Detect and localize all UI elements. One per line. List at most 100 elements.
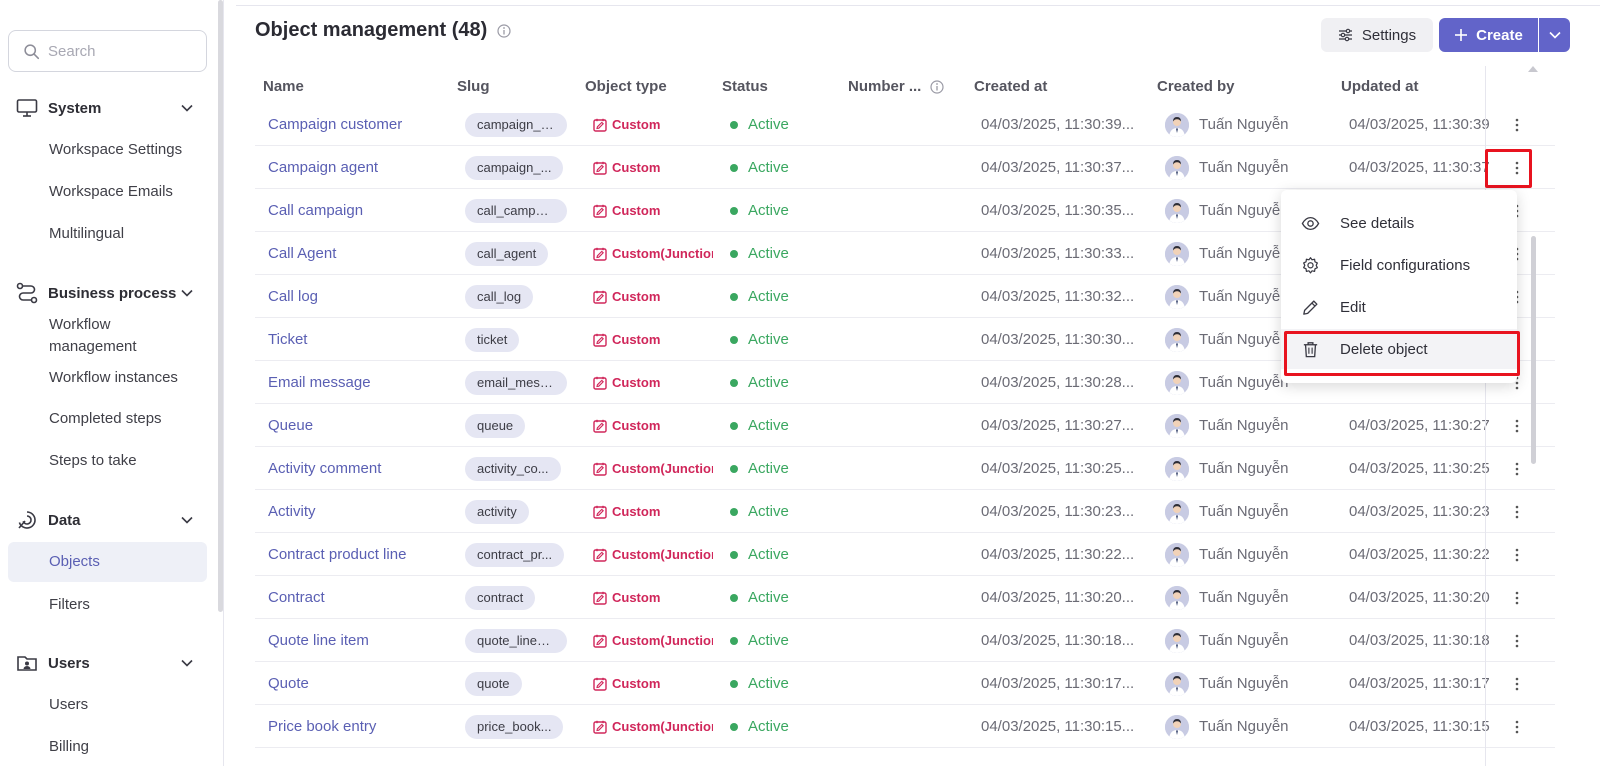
created-by-name: Tuấn Nguyễn [1199, 159, 1289, 176]
more-actions-button[interactable] [1505, 712, 1529, 742]
table-row[interactable]: Queue queue Custom Active 04/03/2025, 11:30:… [255, 404, 1555, 447]
chevron-down-icon[interactable] [180, 286, 194, 300]
chevron-down-icon[interactable] [180, 656, 194, 670]
object-name-link[interactable]: Campaign customer [268, 103, 458, 146]
settings-button[interactable]: Settings [1321, 18, 1433, 52]
sidebar-item-objects[interactable]: Objects [8, 542, 207, 582]
object-name-link[interactable]: Quote [268, 662, 458, 705]
table-row[interactable]: Campaign customer campaign_c... Custom Acti… [255, 103, 1555, 146]
object-name-link[interactable]: Activity comment [268, 447, 458, 490]
status-label: Active [748, 718, 789, 735]
object-name-link[interactable]: Email message [268, 361, 458, 404]
sidebar-group-data[interactable]: Data [16, 507, 202, 533]
menu-item-label: Field configurations [1340, 256, 1471, 274]
more-actions-button[interactable] [1505, 497, 1529, 527]
sidebar-item-steps-to-take[interactable]: Steps to take [49, 450, 137, 472]
column-header-number[interactable]: Number ... [848, 78, 921, 95]
object-name-link[interactable]: Price book entry [268, 705, 458, 748]
sidebar-group-users[interactable]: Users [16, 650, 202, 676]
sidebar-item-users[interactable]: Users [49, 694, 88, 716]
object-type-cell: Custom [593, 576, 713, 619]
status-cell: Active [730, 533, 840, 576]
column-header-created-by[interactable]: Created by [1157, 78, 1235, 95]
created-by-cell: Tuấn Nguyễn [1165, 705, 1340, 748]
sidebar-item-workspace-emails[interactable]: Workspace Emails [49, 181, 173, 203]
column-header-name[interactable]: Name [263, 78, 304, 95]
sidebar-item-workspace-settings[interactable]: Workspace Settings [49, 139, 182, 161]
created-by-cell: Tuấn Nguyễn [1165, 146, 1340, 189]
object-name-link[interactable]: Activity [268, 490, 458, 533]
table-row[interactable]: Quote line item quote_line_... Custom(Junc… [255, 619, 1555, 662]
table-row[interactable]: Campaign agent campaign_... Custom Active 04… [255, 146, 1555, 189]
slug-badge: email_mess... [465, 370, 567, 395]
object-name-link[interactable]: Campaign agent [268, 146, 458, 189]
menu-item-see-details[interactable]: See details [1281, 203, 1517, 243]
info-icon[interactable] [930, 80, 944, 94]
status-label: Active [748, 589, 789, 606]
sidebar-item-billing[interactable]: Billing [49, 736, 89, 758]
sidebar-group-system[interactable]: System [16, 95, 202, 121]
menu-item-edit[interactable]: Edit [1281, 287, 1517, 327]
table-row[interactable]: Activity comment activity_co... Custom(Jun… [255, 447, 1555, 490]
status-cell: Active [730, 490, 840, 533]
sidebar-item-completed-steps[interactable]: Completed steps [49, 408, 162, 430]
column-header-status[interactable]: Status [722, 78, 768, 95]
object-name-link[interactable]: Contract product line [268, 533, 458, 576]
chevron-down-icon[interactable] [180, 513, 194, 527]
created-at-cell: 04/03/2025, 11:30:30... [981, 331, 1135, 348]
column-header-slug[interactable]: Slug [457, 78, 490, 95]
status-label: Active [748, 288, 789, 305]
object-name-link[interactable]: Contract [268, 576, 458, 619]
table-scrollbar[interactable] [1531, 236, 1536, 464]
more-actions-button[interactable] [1505, 626, 1529, 656]
table-row[interactable]: Activity activity Custom Active 04/03/2025, … [255, 490, 1555, 533]
sidebar-item-workflow-management[interactable]: Workflow management [49, 314, 199, 358]
menu-item-field-configurations[interactable]: Field configurations [1281, 245, 1517, 285]
object-name-link[interactable]: Call campaign [268, 189, 458, 232]
sidebar-group-business-process[interactable]: Business process [16, 280, 202, 306]
status-cell: Active [730, 103, 840, 146]
highlight-more-button [1485, 149, 1532, 188]
create-button[interactable]: Create [1439, 18, 1538, 52]
search-input[interactable]: Search [8, 30, 207, 72]
column-header-updated-at[interactable]: Updated at [1341, 78, 1419, 95]
info-icon[interactable] [497, 23, 511, 38]
object-type-label: Custom(Junctior [612, 461, 713, 476]
more-vertical-icon [1515, 720, 1519, 733]
more-actions-button[interactable] [1505, 583, 1529, 613]
table-row[interactable]: Contract contract Custom Active 04/03/2025, … [255, 576, 1555, 619]
custom-object-icon [593, 591, 607, 605]
object-name-link[interactable]: Quote line item [268, 619, 458, 662]
object-name-link[interactable]: Queue [268, 404, 458, 447]
created-at-cell: 04/03/2025, 11:30:37... [981, 159, 1135, 176]
table-row[interactable]: Contract product line contract_pr... Custo… [255, 533, 1555, 576]
column-header-created-at[interactable]: Created at [974, 78, 1047, 95]
more-vertical-icon [1515, 591, 1519, 604]
more-actions-button[interactable] [1505, 540, 1529, 570]
table-row[interactable]: Price book entry price_book... Custom(Junc… [255, 705, 1555, 748]
object-name-link[interactable]: Ticket [268, 318, 458, 361]
created-by-cell: Tuấn Nguyễn [1165, 576, 1340, 619]
sidebar-item-multilingual[interactable]: Multilingual [49, 223, 124, 245]
more-actions-button[interactable] [1505, 411, 1529, 441]
more-actions-button[interactable] [1505, 669, 1529, 699]
status-dot [730, 722, 738, 731]
status-cell: Active [730, 447, 840, 490]
sidebar-item-filters[interactable]: Filters [49, 594, 90, 616]
chevron-down-icon[interactable] [180, 101, 194, 115]
table-row[interactable]: Quote quote Custom Active 04/03/2025, 11:30:… [255, 662, 1555, 705]
object-name-link[interactable]: Call Agent [268, 232, 458, 275]
created-by-name: Tuấn Nguyễn [1199, 374, 1289, 391]
create-dropdown-button[interactable] [1539, 18, 1570, 52]
sidebar-item-workflow-instances[interactable]: Workflow instances [49, 367, 178, 389]
column-header-object-type[interactable]: Object type [585, 78, 667, 95]
more-actions-button[interactable] [1505, 454, 1529, 484]
more-actions-button[interactable] [1505, 110, 1529, 140]
object-name-link[interactable]: Call log [268, 275, 458, 318]
created-by-cell: Tuấn Nguyễn [1165, 447, 1340, 490]
sidebar-group-label: Business process [48, 284, 177, 302]
status-dot [730, 335, 738, 344]
sidebar-scrollbar[interactable] [218, 0, 223, 612]
scroll-up-icon[interactable] [1528, 66, 1538, 72]
status-label: Active [748, 503, 789, 520]
